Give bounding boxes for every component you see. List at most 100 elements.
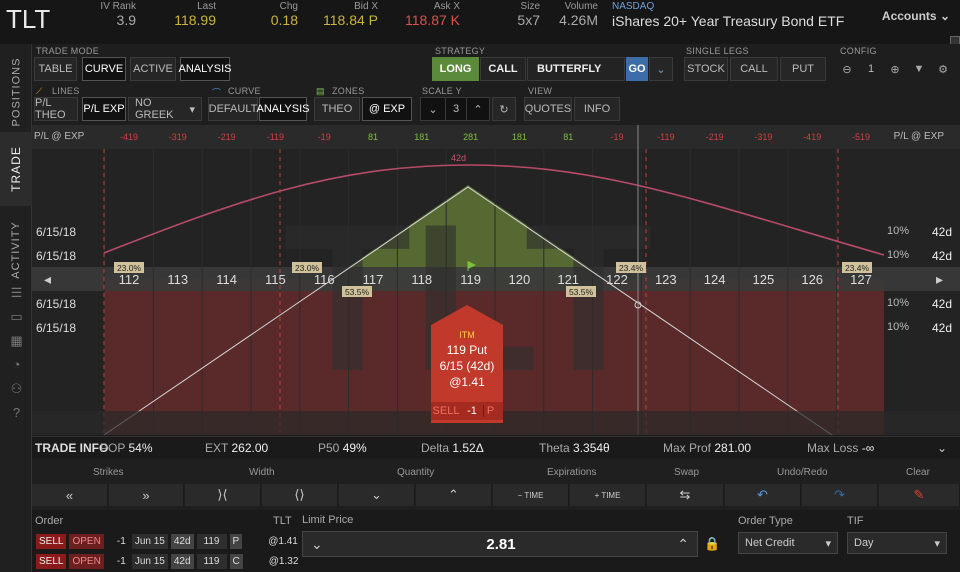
- strike-label[interactable]: 125: [753, 272, 775, 287]
- pl-value-label: -319: [754, 132, 772, 142]
- greek-dropdown[interactable]: NO GREEK ▾: [128, 97, 202, 121]
- long-button[interactable]: LONG: [432, 57, 479, 81]
- quantity-up-icon[interactable]: ⌃: [416, 484, 492, 506]
- scale-up-icon[interactable]: ⌃: [466, 97, 490, 121]
- lock-icon[interactable]: 🔒: [704, 536, 720, 552]
- time-minus-icon[interactable]: − TIME: [493, 484, 569, 506]
- tab-table[interactable]: TABLE: [34, 57, 77, 81]
- strike-label[interactable]: 127: [850, 272, 872, 287]
- strategy-dropdown[interactable]: BUTTERFLY: [527, 57, 625, 81]
- gear-icon[interactable]: ⚙: [932, 57, 954, 81]
- tab-analysis[interactable]: ANALYSIS: [179, 57, 232, 81]
- strike-label[interactable]: 112: [119, 272, 140, 287]
- tif-select[interactable]: Day ▾: [847, 532, 947, 554]
- curve-label: 42d: [451, 153, 466, 163]
- strike-label[interactable]: 118: [411, 272, 432, 287]
- strike-label[interactable]: 120: [509, 272, 531, 287]
- scroll-right-icon[interactable]: ▸: [936, 271, 943, 287]
- curve-analysis-button[interactable]: ANALYSIS: [257, 97, 310, 121]
- pl-value-label: -419: [803, 132, 821, 142]
- curve-default-button[interactable]: DEFAULT: [208, 97, 258, 121]
- reset-icon[interactable]: ↻: [492, 97, 516, 121]
- strike-label[interactable]: 115: [265, 272, 286, 287]
- help-icon[interactable]: ?: [9, 405, 24, 420]
- width-widen-icon[interactable]: ⟨⟩: [262, 484, 338, 506]
- strikes-up-icon[interactable]: »: [109, 484, 184, 506]
- filter-icon[interactable]: ▼: [908, 57, 930, 81]
- pl-chart[interactable]: TLT 42d ◂ ▸ -419 -319 -219 -119 -19 81 181 281 1…: [32, 125, 960, 436]
- order-type-select[interactable]: Net Credit ▾: [738, 532, 838, 554]
- info-button[interactable]: INFO: [574, 97, 620, 121]
- strike-label[interactable]: 122: [606, 272, 628, 287]
- chevron-down-icon[interactable]: ⌄: [649, 57, 673, 81]
- strike-label[interactable]: 126: [801, 272, 823, 287]
- swap-icon[interactable]: ⇆: [647, 484, 724, 506]
- pct-label: 10%: [887, 249, 910, 261]
- undo-icon[interactable]: ↶: [725, 484, 801, 506]
- gauge-icon[interactable]: ◔: [9, 357, 24, 372]
- tab-curve[interactable]: CURVE: [82, 57, 126, 81]
- limit-price-field[interactable]: ⌄ 2.81 ⌃: [302, 531, 698, 557]
- strike-label[interactable]: 117: [363, 272, 384, 287]
- people-icon[interactable]: ⚇: [9, 381, 24, 396]
- scale-down-icon[interactable]: ⌄: [420, 97, 446, 121]
- strikes-down-icon[interactable]: «: [32, 484, 108, 506]
- strike-label[interactable]: 113: [167, 272, 188, 287]
- probability-badge: 23.4%: [845, 263, 870, 273]
- single-put-button[interactable]: PUT: [780, 57, 826, 81]
- stat-key: Delta: [421, 441, 450, 455]
- leg-exp: Jun 15: [131, 554, 168, 569]
- zones-theo-button[interactable]: THEO: [314, 97, 360, 121]
- leg-popup[interactable]: ITM 119 Put 6/15 (42d) @1.41 SELL -1 P: [431, 305, 503, 423]
- accounts-menu[interactable]: Accounts ⌄: [882, 9, 950, 23]
- stock-button[interactable]: STOCK: [684, 57, 728, 81]
- caret-down-icon: ▾: [825, 538, 831, 550]
- pl-theo-button[interactable]: P/L THEO: [34, 97, 78, 121]
- time-plus-icon[interactable]: + TIME: [570, 484, 646, 506]
- symbol[interactable]: TLT: [6, 4, 50, 35]
- monitor-icon[interactable]: ▭: [9, 309, 24, 324]
- calendar-icon[interactable]: ▦: [9, 333, 24, 348]
- pl-exp-button[interactable]: P/L EXP: [82, 97, 126, 121]
- tab-active[interactable]: ACTIVE: [130, 57, 176, 81]
- strike-label[interactable]: 114: [216, 272, 237, 287]
- expirations-label: Expirations: [547, 467, 597, 478]
- security-description: iShares 20+ Year Treasury Bond ETF: [612, 13, 845, 29]
- zoom-out-icon[interactable]: ⊖: [836, 57, 858, 81]
- eraser-icon[interactable]: ✎: [879, 484, 960, 506]
- call-button[interactable]: CALL: [480, 57, 526, 81]
- strike-label[interactable]: 119: [460, 272, 481, 287]
- quotes-button[interactable]: QUOTES: [524, 97, 572, 121]
- tab-label: TRADE: [9, 146, 24, 192]
- quantity-down-icon[interactable]: ⌄: [339, 484, 415, 506]
- tab-activity[interactable]: ACTIVITY: [0, 210, 32, 290]
- tab-trade[interactable]: TRADE: [0, 132, 32, 206]
- order-leg-row[interactable]: SELL OPEN -1 Jun 15 42d 119 C @1.32: [36, 554, 301, 569]
- zones-exp-button[interactable]: @ EXP: [362, 97, 412, 121]
- stat-label: Bid X: [354, 1, 378, 12]
- list-icon[interactable]: ☰: [9, 285, 24, 300]
- chevron-down-icon[interactable]: ⌄: [937, 441, 947, 455]
- width-narrow-icon[interactable]: ⟩⟨: [185, 484, 261, 506]
- order-leg-row[interactable]: SELL OPEN -1 Jun 15 42d 119 P @1.41: [36, 534, 301, 549]
- go-button[interactable]: GO: [626, 57, 648, 81]
- pl-axis-label-left: P/L @ EXP: [34, 131, 85, 142]
- redo-icon[interactable]: ↷: [802, 484, 878, 506]
- leg-strike: 119: [196, 554, 227, 569]
- price-up-icon[interactable]: ⌃: [677, 536, 689, 553]
- scroll-left-icon[interactable]: ◂: [44, 271, 51, 287]
- tab-label: ACTIVITY: [10, 221, 23, 279]
- strikes-label: Strikes: [93, 467, 124, 478]
- strike-label[interactable]: 121: [557, 272, 579, 287]
- pl-value-label: 281: [463, 132, 478, 142]
- strike-label[interactable]: 123: [655, 272, 677, 287]
- tab-positions[interactable]: POSITIONS: [0, 56, 32, 128]
- trade-info-bar: TRADE INFO POP 54% EXT 262.00 P50 49% De…: [32, 436, 960, 459]
- strike-label[interactable]: 116: [314, 272, 335, 287]
- strike-label[interactable]: 124: [704, 272, 726, 287]
- single-call-button[interactable]: CALL: [730, 57, 778, 81]
- caret-down-icon: ▾: [189, 103, 195, 116]
- zoom-in-icon[interactable]: ⊕: [884, 57, 906, 81]
- quantity-label: Quantity: [397, 467, 435, 478]
- leg-strike: 119: [196, 534, 227, 549]
